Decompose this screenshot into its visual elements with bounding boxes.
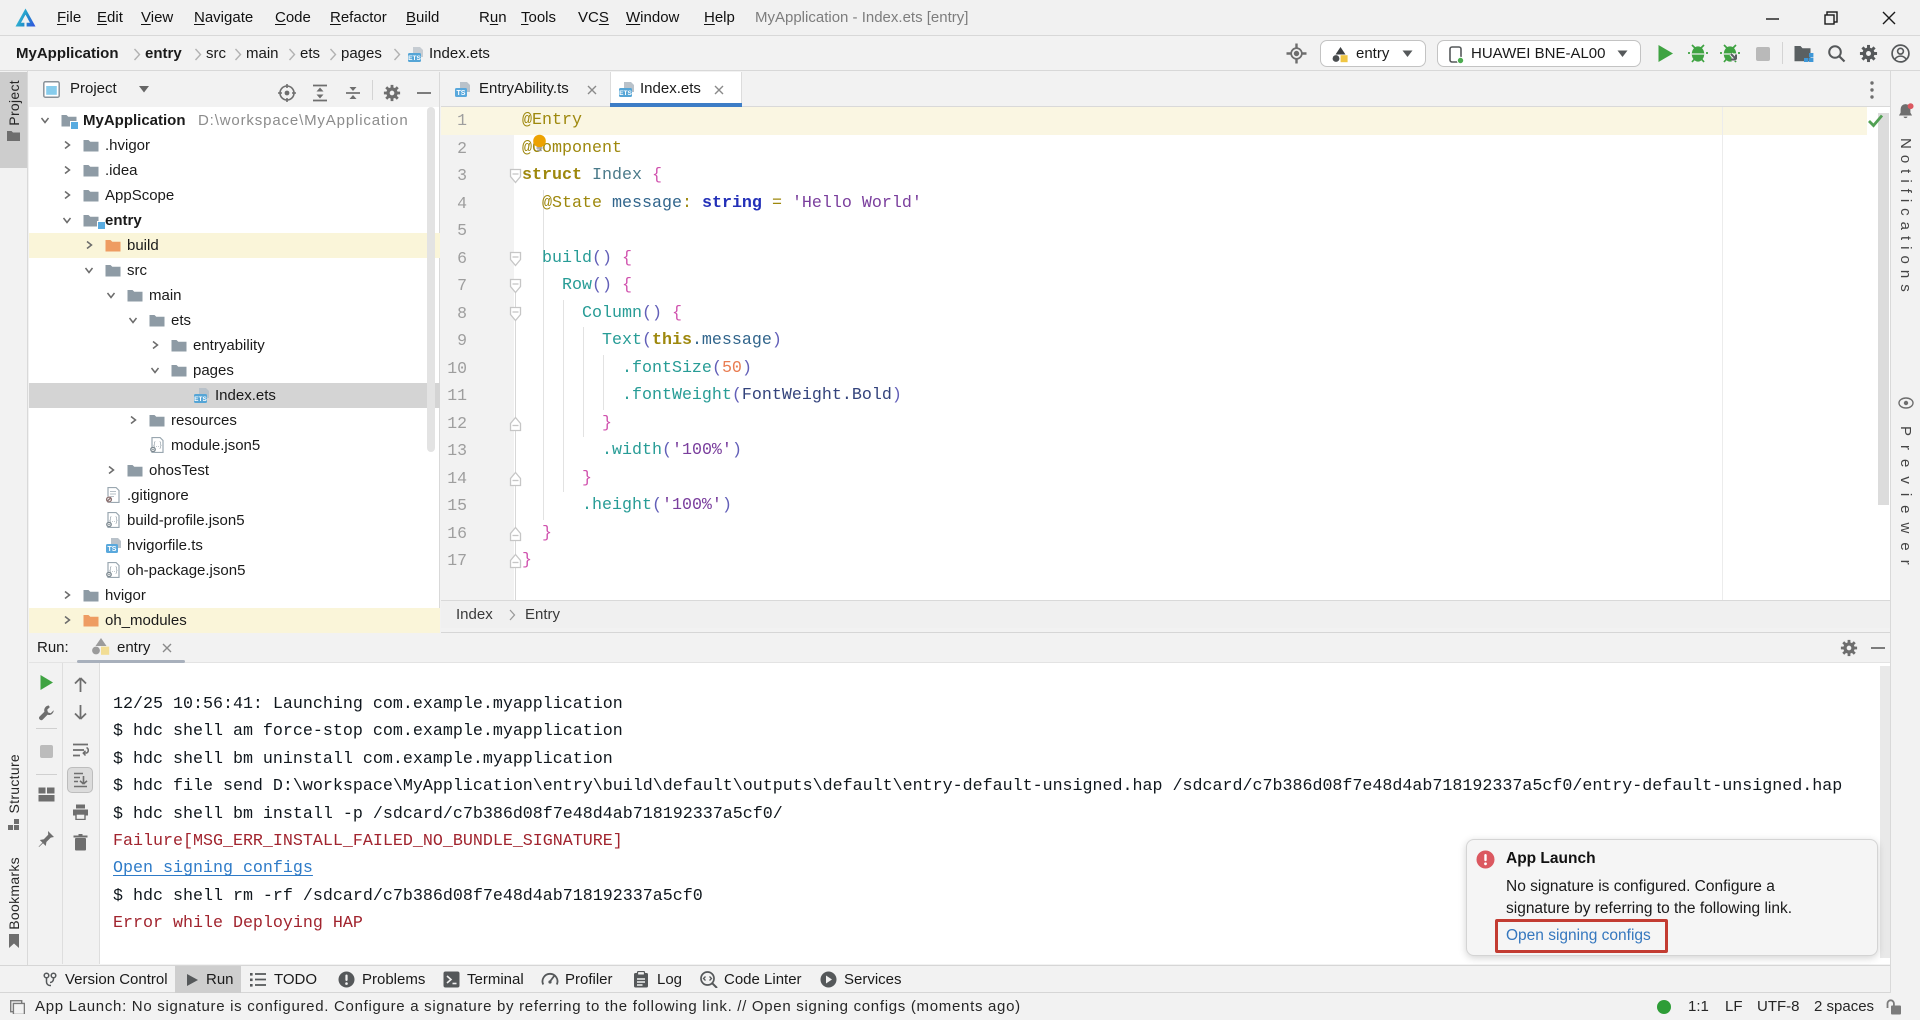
svg-text:ETS: ETS	[408, 55, 421, 62]
svg-text:TS: TS	[457, 90, 466, 97]
svg-text:ETS: ETS	[619, 90, 632, 97]
svg-text:ETS: ETS	[194, 396, 207, 403]
svg-text:TS: TS	[108, 546, 117, 553]
